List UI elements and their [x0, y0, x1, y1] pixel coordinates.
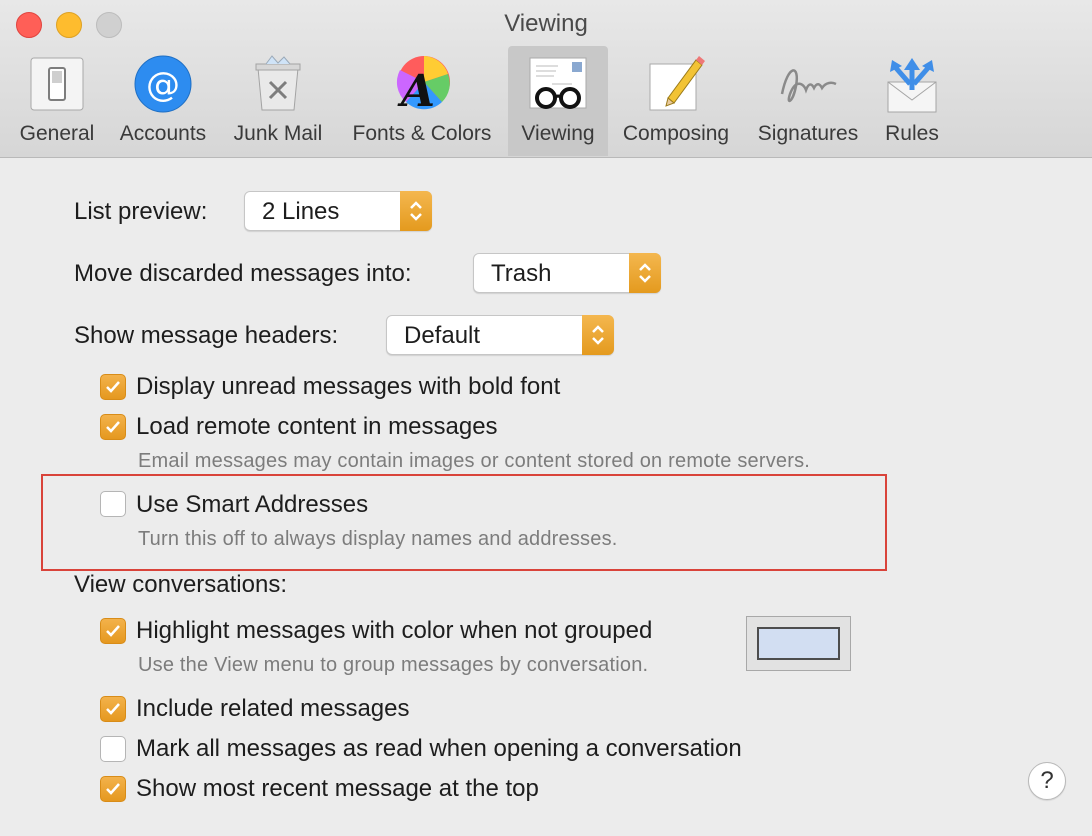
- checkmark-icon: [106, 625, 120, 637]
- popup-arrows-icon: [582, 315, 614, 355]
- list-preview-value: 2 Lines: [262, 198, 340, 225]
- message-headers-value: Default: [404, 322, 481, 349]
- checkmark-icon: [106, 703, 120, 715]
- tab-viewing[interactable]: Viewing: [508, 46, 608, 156]
- color-swatch: [757, 627, 840, 660]
- tab-label: Junk Mail: [233, 122, 323, 145]
- move-discarded-label: Move discarded messages into:: [74, 260, 412, 287]
- tab-accounts[interactable]: @ Accounts: [110, 46, 216, 156]
- checkmark-icon: [106, 783, 120, 795]
- svg-text:@: @: [146, 65, 180, 105]
- load-remote-content-label: Load remote content in messages: [136, 413, 498, 440]
- move-discarded-popup[interactable]: Trash: [473, 253, 661, 293]
- signature-icon: [778, 54, 838, 114]
- smart-addresses-checkbox[interactable]: [100, 491, 126, 517]
- tab-label: Signatures: [757, 122, 859, 145]
- recent-top-label: Show most recent message at the top: [136, 775, 539, 802]
- list-preview-popup[interactable]: 2 Lines: [244, 191, 432, 231]
- window-title: Viewing: [504, 10, 588, 37]
- checkmark-icon: [106, 381, 120, 393]
- highlight-color-checkbox[interactable]: [100, 618, 126, 644]
- rules-envelope-icon: [882, 54, 942, 114]
- svg-text:A: A: [397, 66, 435, 114]
- annotation-highlight-box: [41, 474, 887, 571]
- tab-label: Composing: [622, 122, 730, 145]
- switch-icon: [27, 54, 87, 114]
- tab-label: Viewing: [521, 122, 595, 145]
- highlight-color-label: Highlight messages with color when not g…: [136, 617, 653, 644]
- junk-trash-icon: [248, 54, 308, 114]
- popup-arrows-icon: [629, 253, 661, 293]
- mark-all-read-checkbox[interactable]: [100, 736, 126, 762]
- move-discarded-value: Trash: [491, 260, 552, 287]
- tab-signatures[interactable]: Signatures: [748, 46, 868, 156]
- help-button[interactable]: ?: [1028, 762, 1066, 800]
- display-unread-bold-label: Display unread messages with bold font: [136, 373, 561, 400]
- at-sign-icon: @: [133, 54, 193, 114]
- recent-top-checkbox[interactable]: [100, 776, 126, 802]
- toolbar: Viewing General @ Accounts Junk Mail A F…: [0, 0, 1092, 158]
- include-related-checkbox[interactable]: [100, 696, 126, 722]
- display-unread-bold-checkbox[interactable]: [100, 374, 126, 400]
- load-remote-content-hint: Email messages may contain images or con…: [138, 450, 811, 472]
- mark-all-read-label: Mark all messages as read when opening a…: [136, 735, 742, 762]
- tab-composing[interactable]: Composing: [614, 46, 738, 156]
- highlight-color-well[interactable]: [746, 616, 851, 671]
- smart-addresses-hint: Turn this off to always display names an…: [138, 528, 618, 550]
- viewing-preferences-pane: List preview: 2 Lines Move discarded mes…: [0, 158, 1092, 836]
- tab-label: Rules: [885, 122, 939, 145]
- popup-arrows-icon: [400, 191, 432, 231]
- smart-addresses-label: Use Smart Addresses: [136, 491, 369, 518]
- tab-rules[interactable]: Rules: [878, 46, 946, 156]
- view-conversations-label: View conversations:: [74, 571, 287, 598]
- glasses-icon: [528, 54, 588, 114]
- tab-general[interactable]: General: [16, 46, 98, 156]
- tab-label: Accounts: [119, 122, 207, 145]
- message-headers-label: Show message headers:: [74, 322, 339, 349]
- load-remote-content-checkbox[interactable]: [100, 414, 126, 440]
- tab-label: Fonts & Colors: [352, 122, 492, 145]
- list-preview-label: List preview:: [74, 198, 208, 225]
- checkmark-icon: [106, 421, 120, 433]
- message-headers-popup[interactable]: Default: [386, 315, 614, 355]
- pencil-paper-icon: [646, 54, 706, 114]
- highlight-color-hint: Use the View menu to group messages by c…: [138, 654, 649, 676]
- tab-label: General: [19, 122, 95, 145]
- tab-fonts-colors[interactable]: A Fonts & Colors: [340, 46, 504, 156]
- tab-junk-mail[interactable]: Junk Mail: [226, 46, 330, 156]
- include-related-label: Include related messages: [136, 695, 410, 722]
- font-color-wheel-icon: A: [392, 54, 452, 117]
